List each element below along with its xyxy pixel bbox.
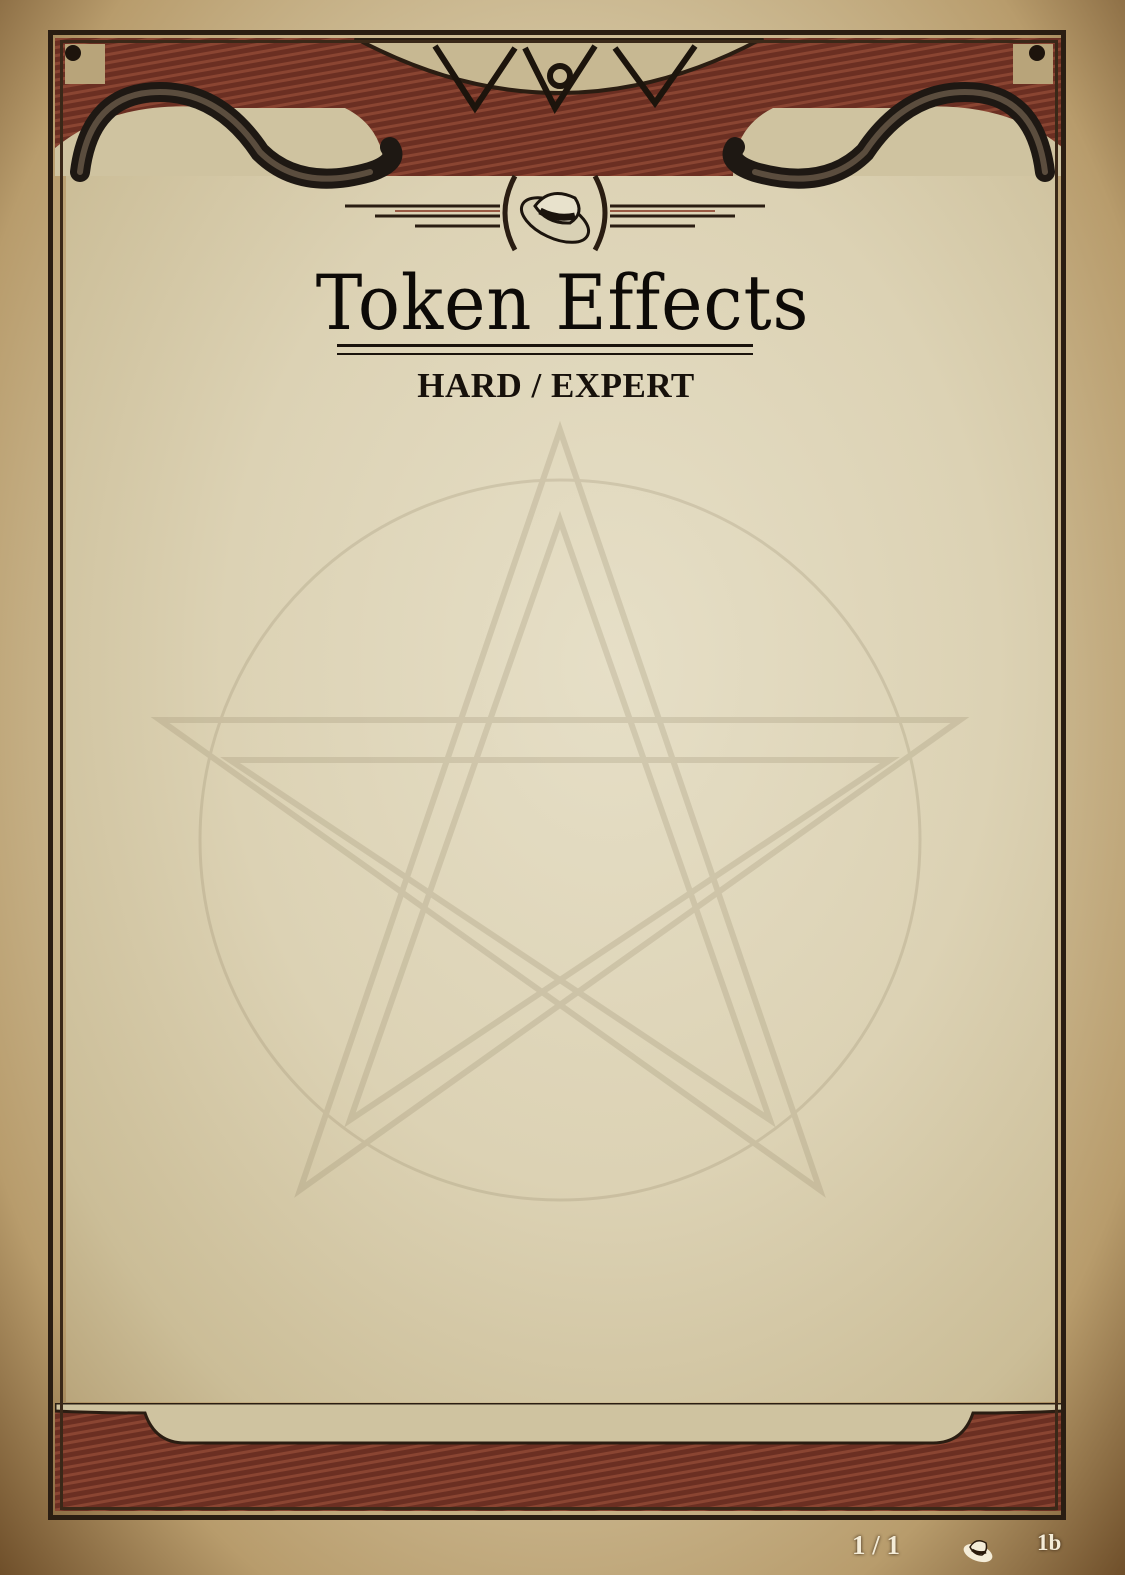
title-underline [337,344,753,355]
card-code: 1b [1037,1530,1062,1555]
page-count: 1 / 1 [852,1530,901,1560]
scenario-card: Token Effects HARD / EXPERT 1 / 1 1b [0,0,1125,1575]
card-title: Token Effects [315,258,810,347]
fedora-hat-icon [345,174,765,252]
fedora-hat-icon [963,1540,993,1563]
difficulty-subtitle: HARD / EXPERT [417,366,695,405]
